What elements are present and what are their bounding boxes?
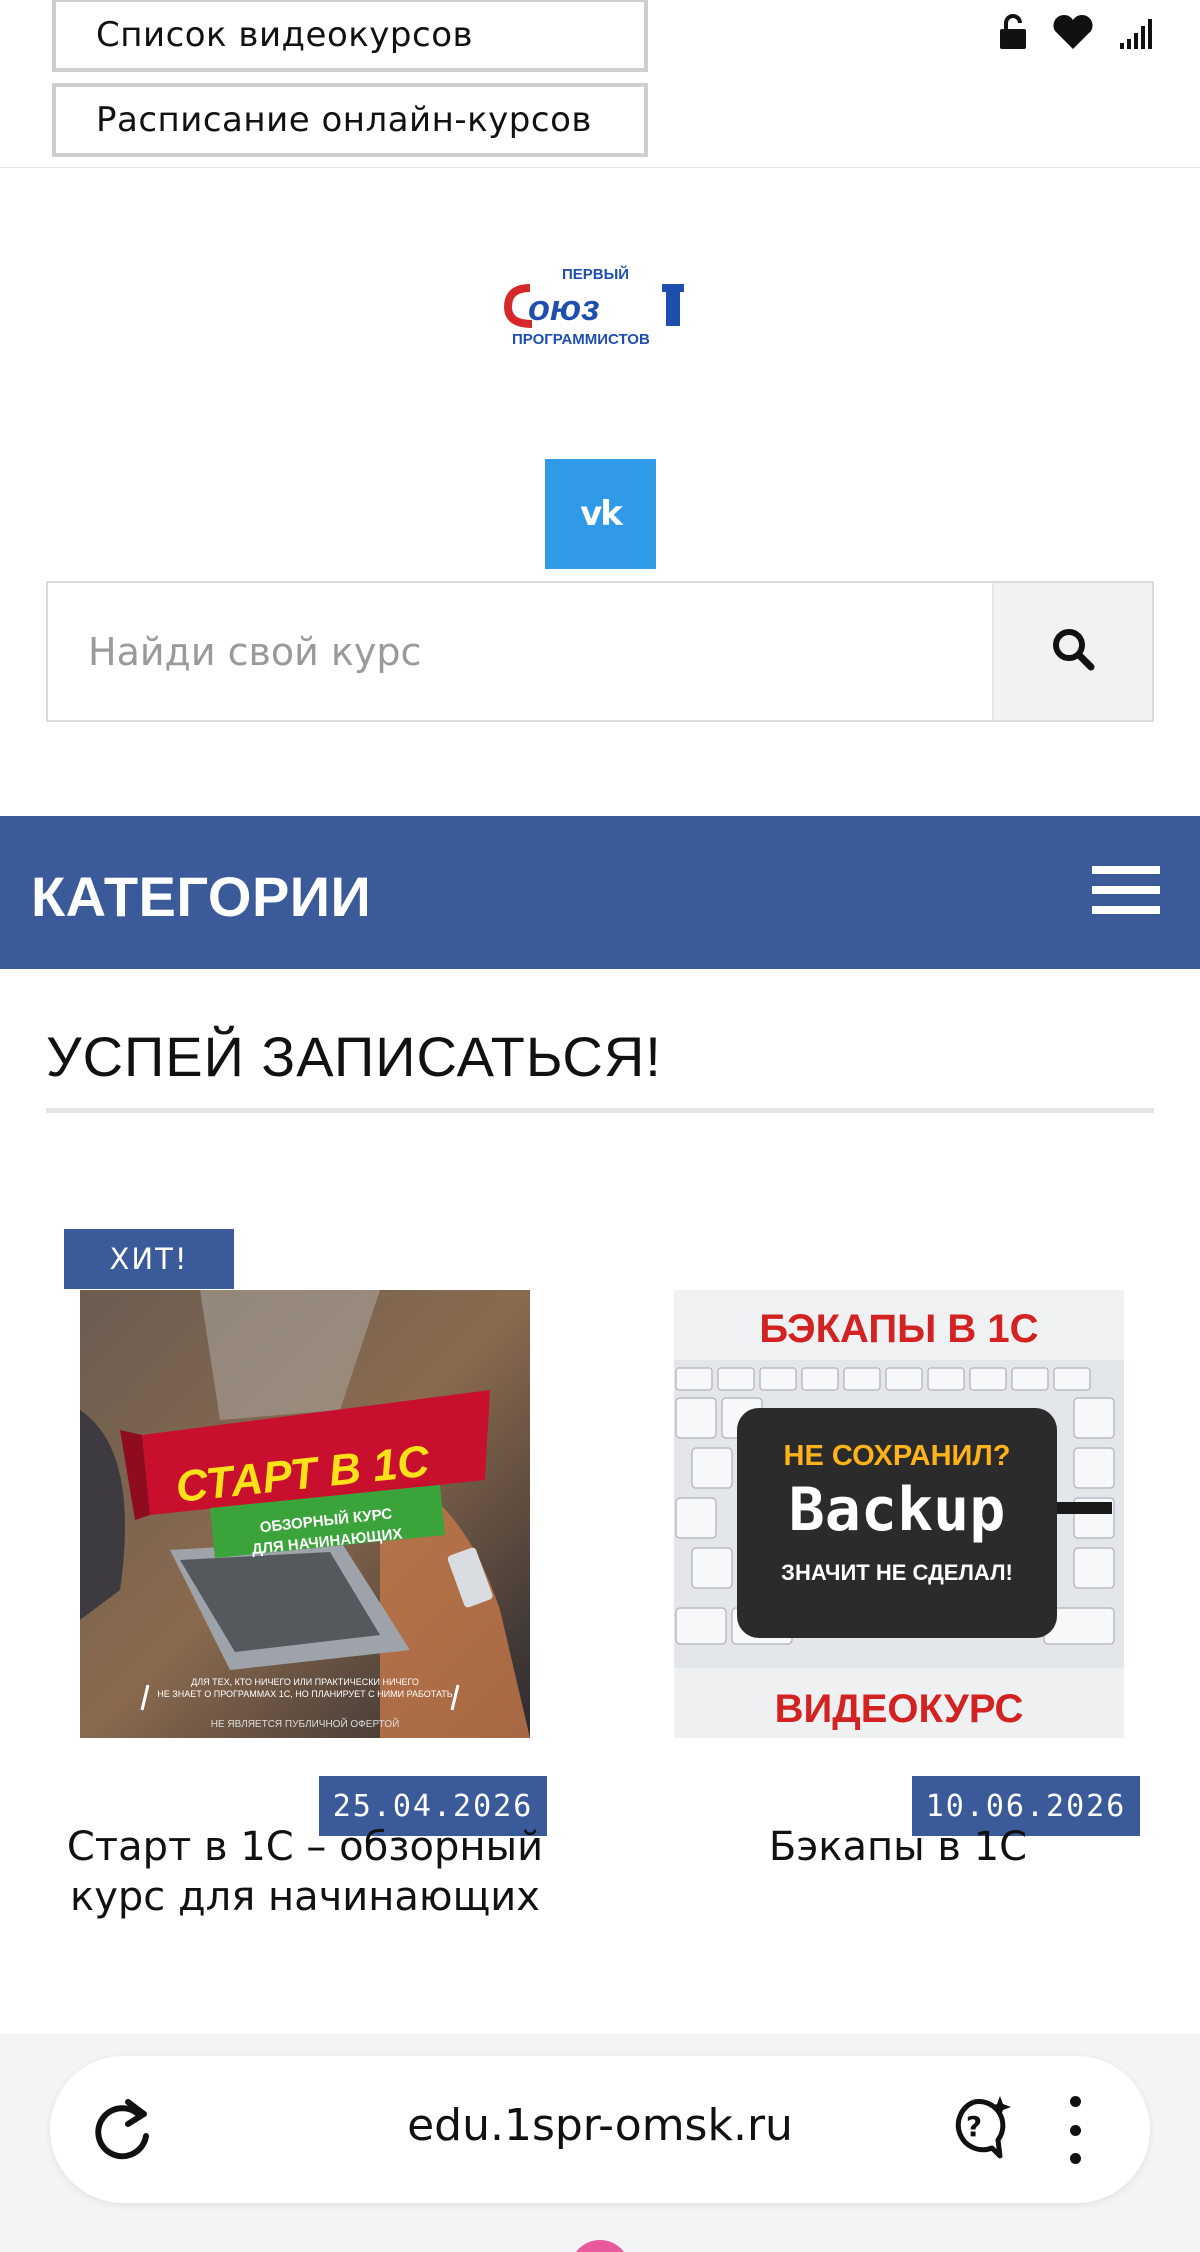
section-title: УСПЕЙ ЗАПИСАТЬСЯ! bbox=[46, 1025, 662, 1088]
vk-icon: vk bbox=[580, 494, 623, 534]
course-image-disclaimer: НЕ ЯВЛЯЕТСЯ ПУБЛИЧНОЙ ОФЕРТОЙ bbox=[211, 1717, 400, 1730]
course-image-caption2: НЕ ЗНАЕТ О ПРОГРАММАХ 1С, НО ПЛАНИРУЕТ С… bbox=[157, 1689, 453, 1699]
search-input[interactable] bbox=[48, 583, 992, 720]
course-image-backups-1c[interactable]: БЭКАПЫ В 1С НЕ СОХРАНИЛ? Backup ЗНАЧИТ Н… bbox=[674, 1290, 1124, 1738]
hit-badge: ХИТ! bbox=[64, 1229, 234, 1289]
svg-text:ПЕРВЫЙ: ПЕРВЫЙ bbox=[562, 265, 629, 283]
categories-title: КАТЕГОРИИ bbox=[31, 865, 372, 928]
signal-icon[interactable] bbox=[1118, 15, 1158, 49]
svg-text:?: ? bbox=[966, 2110, 982, 2143]
heart-icon[interactable] bbox=[1052, 14, 1094, 50]
reload-icon[interactable] bbox=[88, 2094, 156, 2171]
course-title-link[interactable]: Старт в 1С – обзорный курс для начинающи… bbox=[45, 1822, 565, 1922]
lock-open-icon[interactable] bbox=[998, 14, 1028, 50]
svg-text:ПРОГРАММИСТОВ: ПРОГРАММИСТОВ bbox=[512, 331, 650, 348]
browser-address-bar[interactable]: edu.1spr-omsk.ru ? bbox=[50, 2056, 1150, 2203]
course-search bbox=[46, 581, 1154, 722]
course-image-line1: НЕ СОХРАНИЛ? bbox=[784, 1440, 1011, 1472]
menu-icon[interactable] bbox=[1092, 866, 1160, 914]
course-image-headline: БЭКАПЫ В 1С bbox=[759, 1307, 1038, 1351]
video-courses-list-button[interactable]: Список видеокурсов bbox=[52, 0, 648, 72]
course-title-link[interactable]: Бэкапы в 1С bbox=[638, 1822, 1158, 1872]
course-image-line3: ЗНАЧИТ НЕ СДЕЛАЛ! bbox=[781, 1560, 1013, 1585]
online-schedule-button[interactable]: Расписание онлайн-курсов bbox=[52, 83, 648, 157]
top-navigation: Список видеокурсов Расписание онлайн-кур… bbox=[0, 0, 1200, 168]
search-button[interactable] bbox=[992, 583, 1152, 720]
more-options-icon[interactable] bbox=[1060, 2096, 1090, 2164]
search-icon bbox=[1051, 627, 1095, 676]
site-logo[interactable]: ПЕРВЫЙ оюз ПРОГРАММИСТОВ bbox=[500, 262, 700, 352]
course-image-footer: ВИДЕОКУРС bbox=[775, 1687, 1024, 1731]
course-image-line2: Backup bbox=[789, 1475, 1006, 1545]
section-divider bbox=[46, 1108, 1154, 1113]
account-icons bbox=[998, 14, 1158, 50]
svg-text:оюз: оюз bbox=[528, 287, 600, 328]
assistant-help-icon[interactable]: ? bbox=[940, 2092, 1012, 2169]
course-image-start-1c[interactable]: СТАРТ В 1С ОБЗОРНЫЙ КУРС ДЛЯ НАЧИНАЮЩИХ … bbox=[80, 1290, 530, 1738]
url-text[interactable]: edu.1spr-omsk.ru bbox=[250, 2100, 950, 2151]
categories-bar[interactable]: КАТЕГОРИИ bbox=[0, 816, 1200, 969]
course-image-caption1: ДЛЯ ТЕХ, КТО НИЧЕГО ИЛИ ПРАКТИЧЕСКИ НИЧЕ… bbox=[191, 1677, 419, 1687]
vk-button[interactable]: vk bbox=[545, 459, 656, 569]
